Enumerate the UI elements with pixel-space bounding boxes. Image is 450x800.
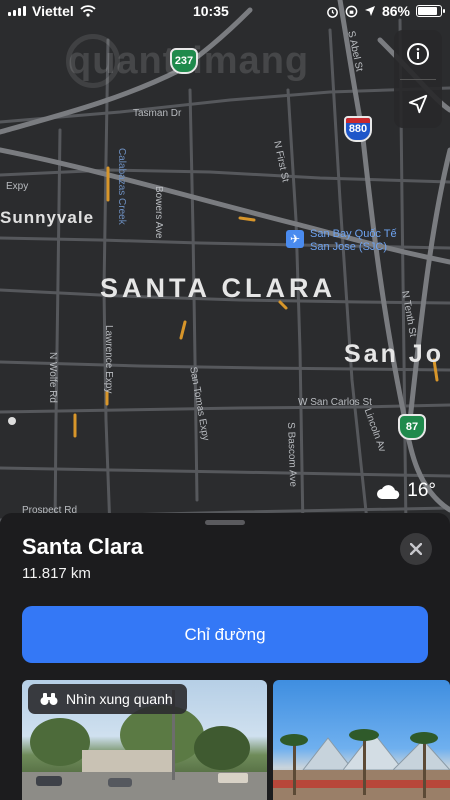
street-label-lawrence: Lawrence Expy <box>103 325 114 394</box>
street-label-bascom: S Bascom Ave <box>285 422 299 488</box>
battery-icon <box>415 5 445 17</box>
battery-percent: 86% <box>381 3 410 19</box>
place-photo-2[interactable] <box>273 680 450 800</box>
street-label-san-carlos: W San Carlos St <box>298 397 372 408</box>
carrier-name: Viettel <box>32 3 74 19</box>
highway-237-shield: 237 <box>170 48 198 74</box>
photo-scene-palms <box>273 729 450 800</box>
look-around-label: Nhìn xung quanh <box>66 691 173 707</box>
weather-indicator: 16° <box>375 480 436 502</box>
look-around-button[interactable]: Nhìn xung quanh <box>28 684 187 714</box>
map-controls <box>394 30 442 128</box>
info-icon <box>407 43 429 66</box>
rotation-lock-icon <box>345 5 358 17</box>
city-label-santa-clara: SANTA CLARA <box>100 273 336 303</box>
status-time: 10:35 <box>192 3 229 19</box>
street-label-calabazas: Calabazas Creek <box>116 148 127 225</box>
airplane-icon: ✈ <box>286 230 304 248</box>
sheet-grabber[interactable] <box>205 520 245 525</box>
cloud-icon <box>377 485 400 499</box>
close-icon <box>410 543 422 555</box>
place-photo-1[interactable]: Nhìn xung quanh <box>22 680 267 800</box>
cell-signal-icon <box>8 6 26 16</box>
directions-button[interactable]: Chỉ đường <box>22 606 428 663</box>
place-title: Santa Clara <box>22 534 144 559</box>
location-arrow-icon <box>408 94 428 113</box>
info-button[interactable] <box>394 30 442 79</box>
close-button[interactable] <box>400 533 432 565</box>
street-label-bowers: Bowers Ave <box>153 186 164 239</box>
binoculars-icon <box>40 693 58 705</box>
airport-name-line1: San Bay Quốc Tế <box>310 228 397 240</box>
interstate-880-shield: 880 <box>344 116 372 142</box>
street-label-wolfe: N Wolfe Rd <box>47 352 58 403</box>
street-label-tasman: Tasman Dr <box>133 108 182 119</box>
city-label-san-jose: San Jo <box>344 340 444 368</box>
alarm-icon <box>327 6 338 18</box>
place-card-sheet: Santa Clara 11.817 km Chỉ đường Nhìn xun… <box>0 513 450 800</box>
airport-poi[interactable]: ✈ San Bay Quốc Tế San Jose (SJC) <box>286 228 397 254</box>
place-distance: 11.817 km <box>22 565 91 582</box>
street-label-expy: Expy <box>6 181 29 192</box>
highway-87-shield: 87 <box>398 414 426 440</box>
city-label-sunnyvale: Sunnyvale <box>0 208 95 227</box>
airport-name-line2: San Jose (SJC) <box>310 241 388 253</box>
wifi-icon <box>80 5 96 17</box>
map-poi-dot <box>8 417 16 425</box>
location-services-icon <box>364 6 375 16</box>
current-location-button[interactable] <box>394 80 442 129</box>
status-bar: Viettel 10:35 86% <box>0 0 450 22</box>
map-view[interactable]: quantrimang Tasman Dr S Abel St N First … <box>0 0 450 530</box>
weather-temperature: 16° <box>407 480 436 501</box>
